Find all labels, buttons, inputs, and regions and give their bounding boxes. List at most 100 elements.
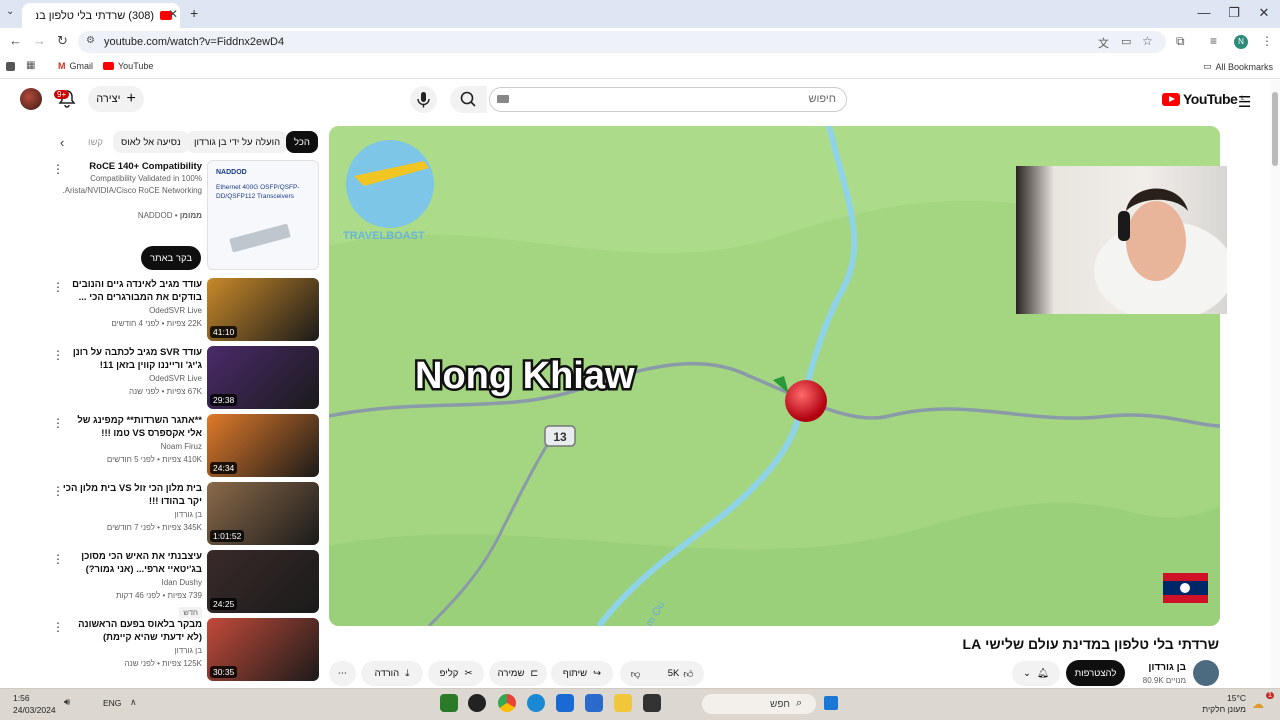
bookmark-youtube[interactable]: YouTube [103,61,153,71]
related-channel-name: בן גורדון [174,646,202,655]
notification-count-badge: 9+ [54,90,70,99]
plus-icon: + [126,90,136,107]
new-tab-button[interactable]: + [190,5,198,21]
related-video-info[interactable]: בית מלון הכי זול VS בית מלון הכי יקר בהו… [62,482,202,534]
edge-icon[interactable] [527,694,545,712]
related-video-info[interactable]: מבקר בלאוס בפעם הראשונה (לא ידעתי שהיא ק… [62,618,202,670]
related-menu-icon[interactable]: ⋮ [52,281,64,293]
related-thumbnail[interactable]: 24:25 [207,550,319,613]
tab-groups-icon[interactable]: ▦ [26,60,35,71]
site-info-icon[interactable]: ⚙ [86,35,95,46]
related-video-info[interactable]: **אתגר השרדות** קמפינג של אלי אקספרס VS … [62,414,202,466]
related-menu-icon[interactable]: ⋮ [52,485,64,497]
account-avatar[interactable] [20,88,42,110]
windows-start-icon[interactable] [824,696,838,710]
related-video-info[interactable]: עיצבנתי את האיש הכי מסוכן בג'יטאיי ארפי.… [62,550,202,620]
related-thumbnail[interactable]: 30:35 [207,618,319,681]
forward-icon[interactable]: → [33,33,46,48]
tab-close-icon[interactable]: ✕ [168,7,178,21]
cast-icon[interactable]: ▭ [1121,35,1131,48]
clip-button[interactable]: קליפ ✂ [428,661,484,686]
ad-info[interactable]: RoCE 140+ Compatibility Compatibility Va… [62,160,202,222]
terminal-icon[interactable] [643,694,661,712]
subscribe-button[interactable]: להצטרפות [1066,660,1125,686]
browser-menu-icon[interactable]: ⋮ [1261,34,1273,48]
related-video-info[interactable]: עודד SVR מגיב לכתבה על רונן ג'יג' ורייננ… [62,346,202,398]
volume-icon[interactable]: 🔊︎ [64,697,70,708]
weather-widget[interactable]: 15°C מעונן חלקית [1200,693,1246,715]
download-button[interactable]: הורדה ⤓ [361,661,423,686]
channel-avatar[interactable] [1193,660,1219,686]
more-actions-button[interactable]: ⋯ [329,661,356,686]
language-indicator[interactable]: ENG [103,698,121,708]
dislike-button[interactable]: 👎︎ [631,668,641,680]
like-button[interactable]: 5K 👍︎ [668,668,694,680]
chip-partial[interactable]: קשו [86,131,103,153]
url-text[interactable]: youtube.com/watch?v=Fiddnx2ewD4 [104,36,284,48]
page-scrollbar[interactable] [1270,80,1280,688]
channel-name[interactable]: בן גורדון [1134,662,1186,673]
app-icon[interactable] [468,694,486,712]
related-video-title: עודד SVR מגיב לכתבה על רונן ג'יג' ורייננ… [72,347,202,371]
nvidia-icon[interactable] [440,694,458,712]
share-icon: ↪ [593,668,602,679]
back-icon[interactable]: ← [9,33,22,48]
related-thumbnail[interactable]: 1:01:52 [207,482,319,545]
create-button[interactable]: יצירה + [88,86,144,112]
profile-avatar[interactable]: N [1234,35,1248,49]
related-menu-icon[interactable]: ⋮ [52,417,64,429]
browser-tab[interactable]: (308) שרדתי בלי טלפון במדינת ... ✕ [22,3,180,28]
minimize-button[interactable]: — [1194,5,1214,20]
all-bookmarks[interactable]: ▭ All Bookmarks [1203,61,1273,72]
search-icon: ⌕ [796,697,803,709]
chip-uploaded-by[interactable]: הועלה על ידי בן גורדון [186,131,289,153]
visit-site-button[interactable]: בקר באתר [141,246,201,270]
save-button[interactable]: שמירה ⊏ [489,661,547,686]
related-video-info[interactable]: עודד מגיב לאינדה גיים והנובים בודקים את … [62,278,202,330]
related-menu-icon[interactable]: ⋮ [52,553,64,565]
tab-search-icon[interactable]: ⌄ [6,6,14,17]
extensions-icon[interactable]: ⧉ [1176,34,1185,49]
video-duration: 30:35 [210,666,238,678]
bookmark-gmail[interactable]: M Gmail [58,61,93,71]
scrollbar-thumb[interactable] [1272,92,1278,166]
chips-prev-icon[interactable]: ‹ [60,135,64,150]
youtube-logo[interactable]: YouTube IL [1162,91,1245,107]
related-menu-icon[interactable]: ⋮ [52,349,64,361]
window-close-button[interactable]: ✕ [1254,5,1274,21]
ad-thumbnail[interactable]: NADDOD Ethernet 400G OSFP/QSFP-DD/QSFP11… [207,160,319,270]
outlook-icon[interactable] [556,694,574,712]
related-thumbnail[interactable]: 41:10 [207,278,319,341]
transceiver-image [229,223,291,253]
store-icon[interactable] [585,694,603,712]
video-title: שרדתי בלי טלפון במדינת עולם שלישי LA [962,636,1219,652]
ad-menu-icon[interactable]: ⋮ [52,163,64,175]
related-menu-icon[interactable]: ⋮ [52,621,64,633]
maximize-button[interactable]: ❐ [1224,5,1244,21]
search-button[interactable] [450,86,487,113]
chip-all[interactable]: הכל [286,131,318,153]
tray-chevron-icon[interactable]: ∧ [130,697,137,708]
apps-icon[interactable] [6,62,15,71]
guide-menu-icon[interactable]: ☰ [1238,93,1251,111]
reading-list-icon[interactable]: ≡ [1210,34,1217,48]
chrome-icon[interactable] [498,694,516,712]
related-view-meta: 410K צפיות • לפני 5 חודשים [106,455,202,464]
chevron-down-icon: ⌄ [1022,668,1031,679]
reload-icon[interactable]: ↻ [57,33,68,49]
related-channel-name: OdedSVR Live [149,306,202,315]
file-explorer-icon[interactable] [614,694,632,712]
translate-icon[interactable]: 文 [1098,35,1109,51]
related-video-title: בית מלון הכי זול VS בית מלון הכי יקר בהו… [62,483,202,507]
voice-search-button[interactable] [410,86,437,113]
related-thumbnail[interactable]: 29:38 [207,346,319,409]
scissors-icon: ✂ [464,668,473,679]
taskbar-clock[interactable]: 1:56 24/03/2024 [13,692,56,716]
share-button[interactable]: שיתוף ↪ [551,661,613,686]
video-duration: 41:10 [210,326,238,338]
chip-laos-travel[interactable]: נסיעה אל לאוס [113,131,189,153]
keyboard-icon[interactable] [497,95,509,103]
related-thumbnail[interactable]: 24:34 [207,414,319,477]
star-icon[interactable]: ☆ [1142,34,1153,48]
notifications-setting-button[interactable]: ⌄ 🔔︎ [1012,661,1060,686]
